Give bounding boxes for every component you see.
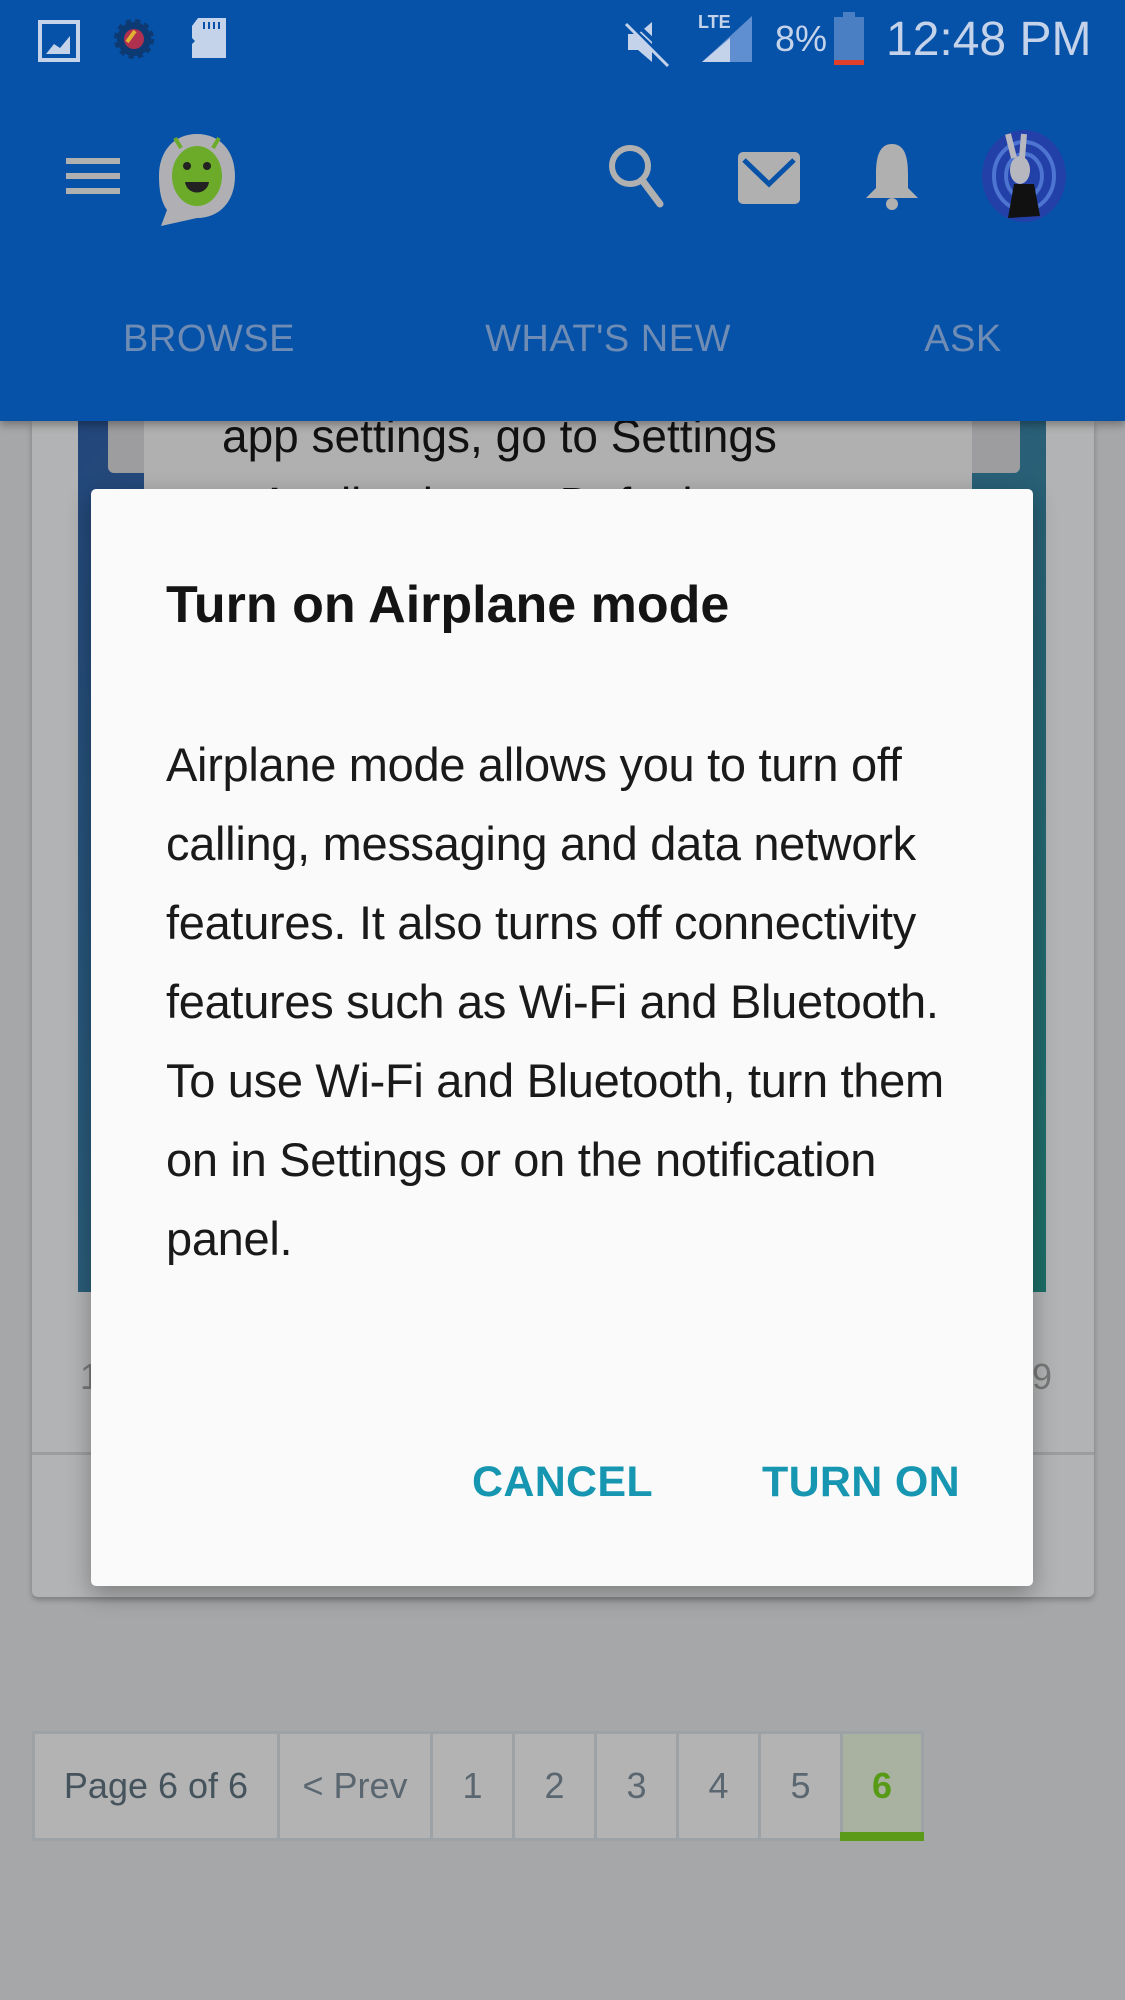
cancel-button[interactable]: CANCEL: [472, 1458, 653, 1507]
tab-ask[interactable]: ASK: [924, 318, 1002, 361]
app-logo[interactable]: [155, 130, 239, 232]
battery-icon: [834, 12, 864, 65]
tab-whats-new[interactable]: WHAT'S NEW: [485, 318, 731, 361]
avatar[interactable]: [980, 128, 1068, 224]
settings-gear-icon: [114, 19, 154, 59]
turn-on-button[interactable]: TURN ON: [762, 1458, 960, 1507]
sd-card-icon: [192, 18, 226, 58]
dialog-title: Turn on Airplane mode: [166, 576, 730, 634]
page-1-button[interactable]: 1: [430, 1731, 515, 1841]
bell-icon[interactable]: [862, 140, 922, 212]
post-stat-right: 9: [1032, 1356, 1053, 1397]
page-2-button[interactable]: 2: [512, 1731, 597, 1841]
tab-browse[interactable]: BROWSE: [123, 318, 295, 361]
mute-icon: [624, 18, 674, 68]
gallery-icon: [38, 20, 80, 62]
prev-page-button[interactable]: < Prev: [277, 1731, 433, 1841]
battery-percent: 8%: [775, 18, 828, 59]
airplane-mode-dialog: Turn on Airplane mode Airplane mode allo…: [91, 489, 1033, 1586]
page-info: Page 6 of 6: [32, 1731, 280, 1841]
page-6-button-current[interactable]: 6: [840, 1731, 924, 1841]
search-icon[interactable]: [606, 142, 666, 208]
menu-icon[interactable]: [62, 152, 124, 200]
page-5-button[interactable]: 5: [758, 1731, 843, 1841]
dialog-message: Airplane mode allows you to turn off cal…: [166, 738, 944, 1265]
app-bar: LTE 8% 12:48 PM BROWSE WHAT'S NEW ASK: [0, 0, 1125, 421]
clock: 12:48 PM: [886, 13, 1092, 66]
page-4-button[interactable]: 4: [676, 1731, 761, 1841]
page-3-button[interactable]: 3: [594, 1731, 679, 1841]
mail-icon[interactable]: [736, 150, 802, 206]
lte-signal-icon: [702, 16, 752, 62]
pagination: Page 6 of 6 < Prev 1 2 3 4 5 6: [32, 1731, 924, 1841]
